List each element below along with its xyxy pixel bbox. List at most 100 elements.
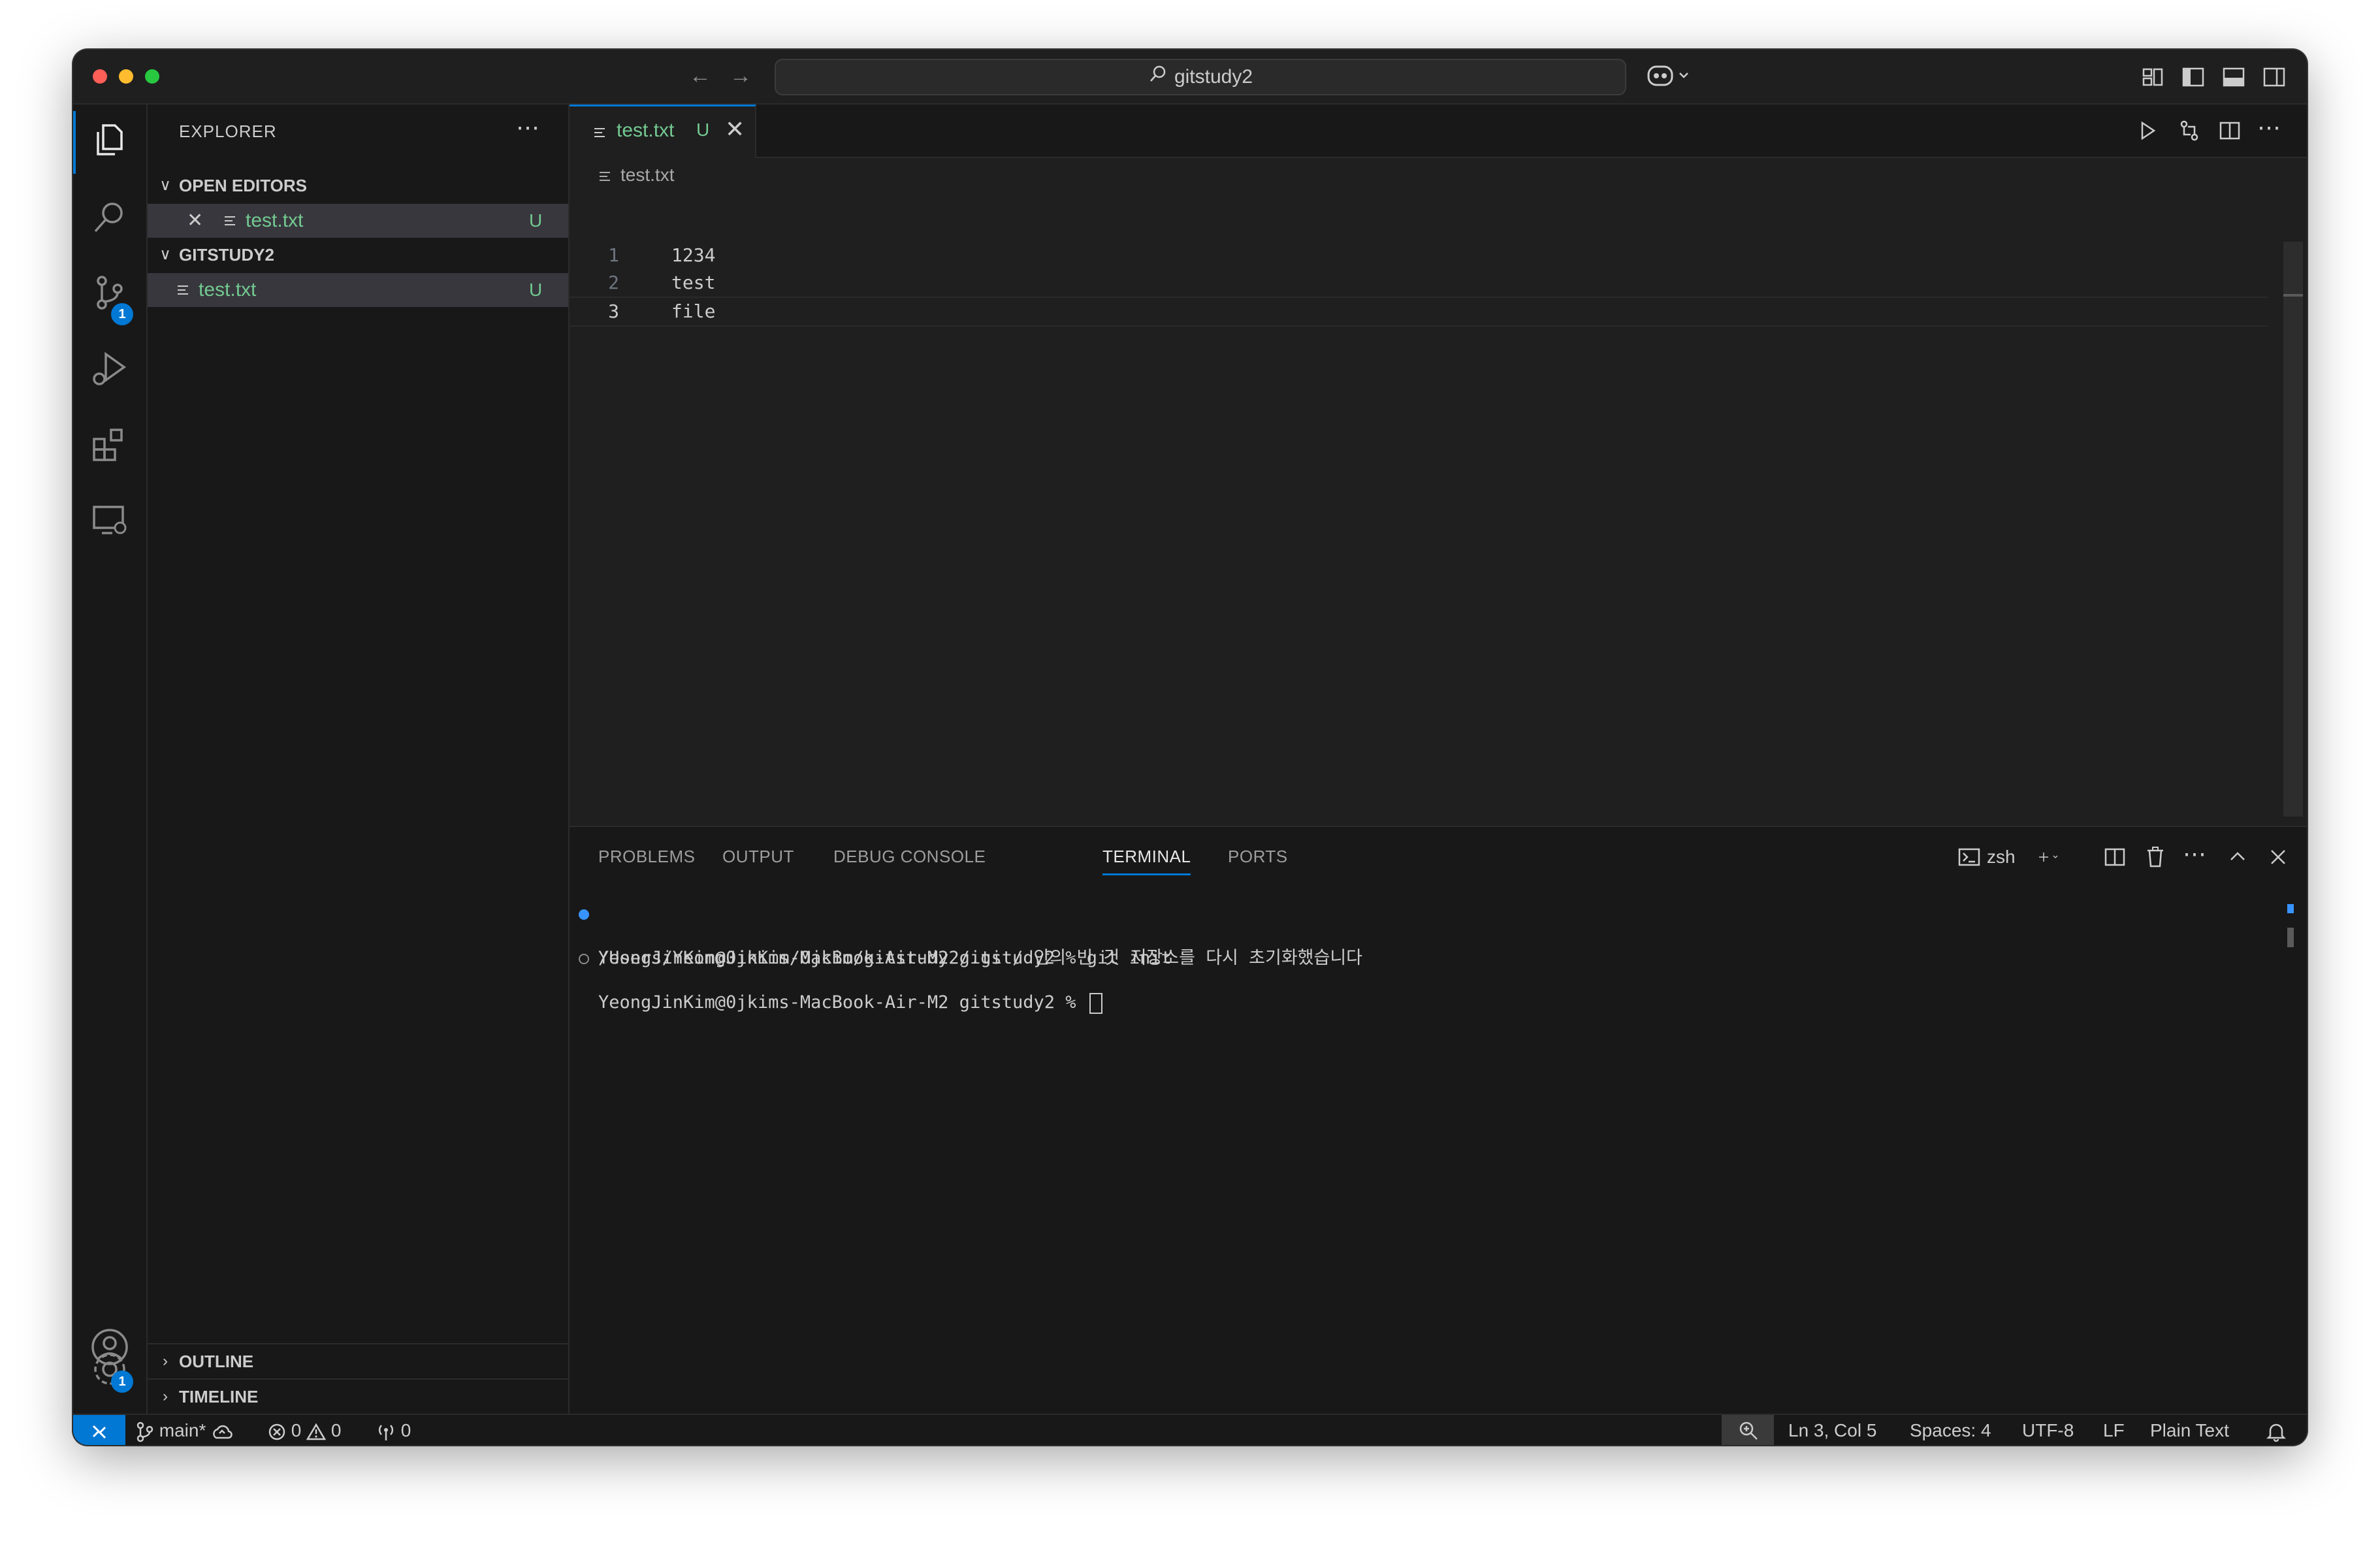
tab-terminal[interactable]: TERMINAL: [1102, 847, 1191, 875]
terminal-prompt-line[interactable]: YeongJinKim@0jkims-MacBook-Air-M2 gitstu…: [570, 947, 1102, 1014]
maximize-panel-icon[interactable]: [2225, 844, 2251, 870]
command-pending-dot: [579, 954, 589, 964]
kill-terminal-icon[interactable]: [2142, 844, 2168, 870]
terminal-icon: [1958, 848, 1980, 866]
status-bar: main* 0 0 0 Ln 3, Col 5 Spaces: 4 UTF-8 …: [73, 1414, 2307, 1445]
split-terminal-icon[interactable]: [2102, 844, 2128, 870]
line-text: file: [671, 300, 716, 322]
terminal-shell-selector[interactable]: zsh: [1957, 844, 2029, 870]
zoom-icon: [1739, 1421, 1758, 1440]
toggle-primary-sidebar-icon[interactable]: [2180, 64, 2206, 90]
open-editor-item[interactable]: ✕ test.txt U: [148, 204, 568, 238]
code-line[interactable]: 1 1234: [570, 242, 2268, 269]
code-line-current[interactable]: 3 file: [570, 297, 2268, 327]
more-actions-icon[interactable]: ⋯: [516, 114, 539, 141]
close-panel-icon[interactable]: [2265, 844, 2291, 870]
command-center-text: gitstudy2: [1174, 66, 1253, 88]
zoom-indicator[interactable]: [1722, 1415, 1774, 1445]
run-and-debug-icon[interactable]: [89, 348, 131, 389]
settings-badge: 1: [111, 1371, 133, 1393]
chevron-right-icon: ›: [163, 1388, 168, 1405]
branch-indicator[interactable]: main*: [136, 1415, 233, 1445]
notifications-bell-icon[interactable]: [2266, 1415, 2287, 1445]
text-file-icon: [600, 171, 610, 181]
back-arrow-icon[interactable]: ←: [686, 61, 715, 90]
untracked-badge: U: [529, 280, 543, 300]
terminal-cursor: [1089, 992, 1102, 1014]
timeline-header: › TIMELINE: [148, 1381, 568, 1412]
sidebar-title: EXPLORER: [179, 122, 277, 141]
terminal-scroll-marker: [2287, 904, 2294, 913]
maximize-window-button[interactable]: [145, 69, 159, 84]
close-window-button[interactable]: [93, 69, 107, 84]
tab-debug-console[interactable]: DEBUG CONSOLE: [833, 847, 986, 867]
code-line[interactable]: 2 test: [570, 269, 2268, 297]
search-view-icon[interactable]: [89, 196, 131, 238]
language-mode[interactable]: Plain Text: [2150, 1415, 2229, 1445]
toggle-panel-icon[interactable]: [2221, 64, 2247, 90]
editor-scrollbar[interactable]: [2283, 242, 2303, 817]
encoding[interactable]: UTF-8: [2022, 1415, 2074, 1445]
file-tree-item[interactable]: test.txt U: [148, 273, 568, 307]
run-icon[interactable]: [2134, 118, 2161, 144]
indentation[interactable]: Spaces: 4: [1910, 1415, 1991, 1445]
breadcrumb[interactable]: test.txt: [598, 165, 674, 186]
bottom-panel: PROBLEMS OUTPUT DEBUG CONSOLE TERMINAL P…: [570, 826, 2307, 1415]
search-icon: [1148, 61, 1168, 95]
tab-problems[interactable]: PROBLEMS: [598, 847, 696, 867]
new-terminal-icon[interactable]: [2038, 844, 2090, 870]
timeline-section[interactable]: › TIMELINE: [148, 1378, 568, 1414]
remote-explorer-icon[interactable]: [89, 499, 131, 541]
activity-bar: 1: [73, 105, 148, 1414]
open-editors-header[interactable]: ∨ OPEN EDITORS: [148, 170, 568, 201]
explorer-icon[interactable]: [89, 119, 131, 161]
forward-arrow-icon[interactable]: →: [726, 61, 755, 90]
line-number: 2: [608, 272, 619, 293]
radio-tower-icon: [378, 1424, 394, 1440]
open-changes-icon[interactable]: [2176, 118, 2202, 144]
shell-name: zsh: [1987, 847, 2016, 867]
tab-test-txt[interactable]: test.txt U ✕: [570, 105, 756, 158]
folder-header[interactable]: ∨ GITSTUDY2: [148, 239, 568, 270]
customize-layout-icon[interactable]: [2140, 64, 2166, 90]
remote-indicator[interactable]: [73, 1415, 125, 1445]
terminal-line: YeongJinKim@0jkims-MacBook-Air-M2 gitstu…: [570, 903, 1172, 968]
panel-more-actions-icon[interactable]: ⋯: [2183, 842, 2209, 870]
cursor-position[interactable]: Ln 3, Col 5: [1788, 1415, 1876, 1445]
outline-section[interactable]: › OUTLINE: [148, 1343, 568, 1378]
error-icon: [268, 1423, 285, 1440]
outline-header: › OUTLINE: [148, 1346, 568, 1377]
chevron-down-icon: ∨: [159, 246, 171, 263]
source-control-badge: 1: [111, 303, 133, 325]
terminal-scrollbar[interactable]: [2287, 928, 2294, 947]
extensions-icon[interactable]: [89, 423, 131, 465]
command-success-dot: [579, 909, 589, 920]
command-center-search[interactable]: gitstudy2: [775, 59, 1626, 95]
ports-indicator[interactable]: 0: [376, 1415, 411, 1445]
line-text: test: [671, 272, 716, 293]
problems-indicator[interactable]: 0 0: [268, 1415, 342, 1445]
text-file-icon: [594, 128, 605, 137]
scrollbar-cursor-marker: [2283, 294, 2303, 297]
remote-icon: [92, 1425, 106, 1438]
git-branch-icon: [137, 1421, 153, 1442]
end-of-line[interactable]: LF: [2103, 1415, 2125, 1445]
tab-ports[interactable]: PORTS: [1228, 847, 1288, 867]
title-bar: ← → gitstudy2: [73, 50, 2307, 105]
explorer-sidebar: EXPLORER ⋯ ∨ OPEN EDITORS ✕ test.txt U ∨…: [148, 105, 570, 1414]
editor-more-actions-icon[interactable]: ⋯: [2257, 116, 2283, 144]
chevron-down-icon: ∨: [159, 176, 171, 194]
minimize-window-button[interactable]: [119, 69, 133, 84]
line-number: 1: [608, 244, 619, 266]
split-editor-icon[interactable]: [2217, 118, 2243, 144]
tab-output[interactable]: OUTPUT: [722, 847, 794, 867]
editor-group: test.txt U ✕ ⋯ test.txt 1 1234 2 test 3 …: [570, 105, 2307, 875]
toggle-secondary-sidebar-icon[interactable]: [2261, 64, 2287, 90]
close-icon[interactable]: ✕: [725, 116, 745, 143]
copilot-icon[interactable]: [1646, 61, 1698, 90]
close-icon[interactable]: ✕: [187, 204, 203, 238]
active-indicator: [73, 111, 76, 174]
tab-bar: test.txt U ✕ ⋯: [570, 105, 2307, 158]
text-file-icon: [225, 216, 235, 225]
warning-icon: [306, 1423, 327, 1440]
